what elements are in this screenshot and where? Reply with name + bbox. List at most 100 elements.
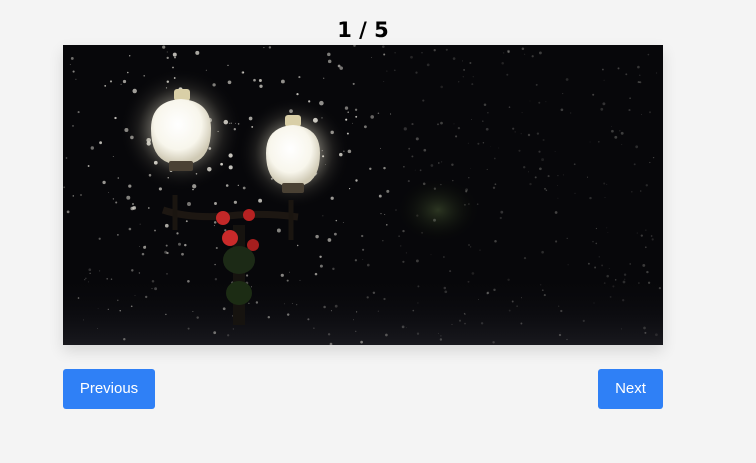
snowflake (415, 259, 419, 263)
snowflake (258, 198, 263, 203)
snowflake (487, 112, 489, 114)
snowflake (658, 286, 662, 290)
snowflake (241, 71, 245, 74)
snowflake (629, 97, 631, 99)
snowflake (89, 272, 91, 274)
snowflake (494, 240, 497, 243)
snowflake (631, 190, 633, 193)
snowflake (620, 328, 622, 330)
snowflake (104, 85, 107, 87)
snowflake (521, 112, 523, 114)
snowflake (562, 174, 564, 176)
previous-button[interactable]: Previous (63, 369, 155, 409)
snowflake (633, 163, 636, 166)
snowflake (369, 167, 372, 171)
snowflake (468, 203, 470, 205)
snowflake (225, 184, 229, 187)
snowflake (258, 79, 262, 82)
snowflake (345, 118, 348, 121)
snowflake (144, 245, 146, 247)
snowflake (154, 229, 156, 232)
snowflake (614, 135, 618, 139)
snowflake (464, 322, 466, 325)
snowflake (512, 127, 515, 130)
snowflake (516, 305, 518, 307)
snowflake (280, 79, 285, 84)
snowflake (544, 187, 546, 190)
snowflake (184, 243, 187, 247)
snowflake (66, 210, 70, 214)
snowflake (595, 227, 597, 230)
snowflake (451, 323, 453, 325)
snowflake (108, 192, 110, 193)
snowflake (319, 255, 322, 259)
snowflake (367, 263, 370, 267)
snowflake (385, 333, 388, 337)
snowflake (395, 209, 397, 211)
snowflake (346, 132, 349, 135)
snowflake (538, 150, 541, 153)
snowflake (482, 142, 485, 144)
snowflake (176, 232, 179, 235)
snowflake (452, 179, 454, 182)
snowflake (603, 182, 606, 185)
snowflake (139, 223, 141, 225)
snowflake (426, 63, 430, 67)
snowflake (87, 165, 90, 167)
snowflake (437, 123, 439, 126)
snowflake (524, 53, 526, 55)
snowflake (601, 68, 604, 71)
snowflake (423, 148, 427, 152)
snowflake (371, 57, 373, 58)
snowflake (166, 56, 169, 60)
snowflake (383, 81, 385, 82)
snowflake (469, 62, 472, 64)
snowflake (523, 166, 526, 169)
snowflake (606, 227, 608, 229)
snowflake (622, 280, 626, 284)
snowflake (485, 127, 489, 131)
snowflake (72, 70, 75, 73)
snowflake (314, 272, 318, 276)
snowflake (291, 303, 293, 304)
snowflake (246, 274, 249, 277)
snowflake (644, 331, 647, 334)
snowflake (619, 130, 621, 132)
snowflake (649, 111, 651, 114)
next-button[interactable]: Next (598, 369, 663, 409)
snowflake (625, 73, 628, 76)
snowflake (518, 149, 521, 152)
snowflake (498, 147, 500, 149)
snowflake (433, 49, 436, 52)
snowflake (607, 232, 609, 234)
snowflake (106, 277, 109, 280)
snowflake (187, 202, 191, 206)
snowflake (641, 114, 643, 116)
snowflake (138, 272, 141, 274)
snowflake (383, 53, 386, 56)
snowflake (232, 328, 235, 330)
snowflake (558, 305, 560, 307)
snowflake (523, 256, 527, 260)
snowflake (143, 245, 147, 249)
snowflake (222, 307, 226, 311)
snowflake (411, 123, 414, 126)
snowflake (227, 80, 232, 85)
snowflake (468, 177, 470, 179)
snowflake (529, 100, 531, 102)
snowflake (263, 47, 265, 49)
snowflake (477, 142, 480, 145)
snowflake (507, 51, 510, 54)
snowflake (129, 55, 131, 57)
snowflake (386, 224, 388, 226)
snowflake (538, 51, 542, 55)
snowflake (492, 341, 495, 344)
snowflake (603, 79, 605, 81)
snowflake (69, 64, 71, 66)
snowflake (545, 189, 548, 192)
snowflake (131, 202, 135, 206)
snowflake (337, 64, 341, 68)
snowflake (327, 333, 331, 336)
snowflake (465, 188, 469, 192)
snowflake (560, 309, 563, 313)
